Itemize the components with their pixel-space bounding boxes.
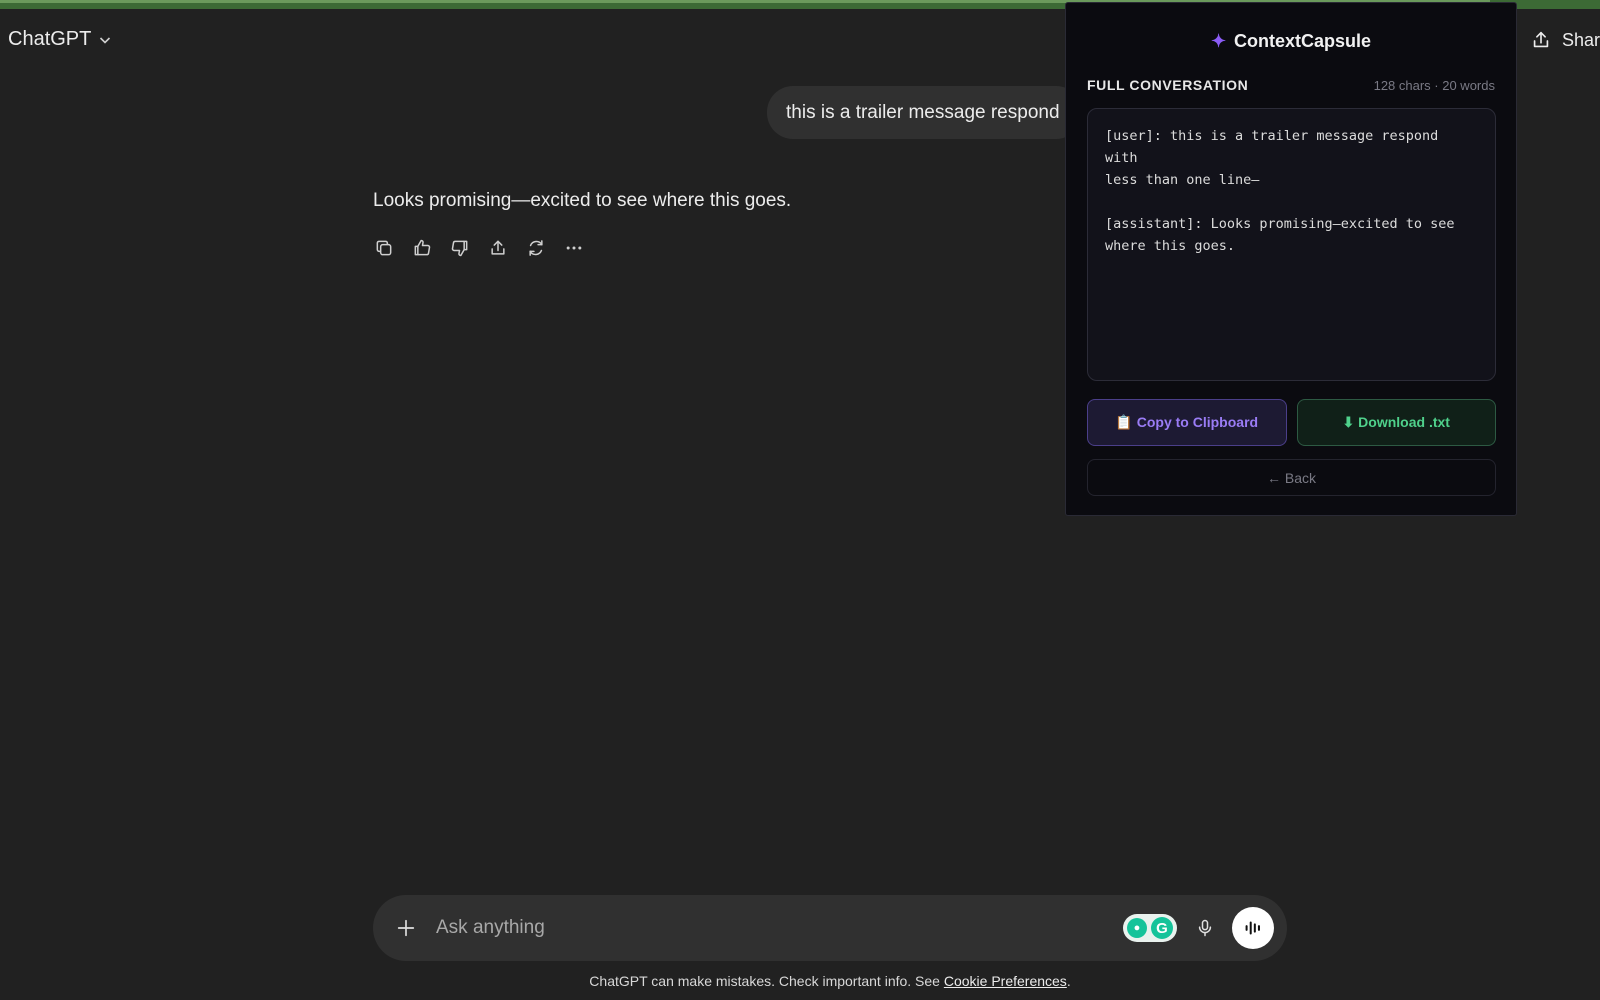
refresh-icon — [529, 240, 543, 256]
chevron-down-icon — [100, 36, 111, 44]
share-icon — [1533, 31, 1549, 48]
grammarly-bulb-icon: ● — [1127, 918, 1147, 938]
add-attachment-button[interactable] — [393, 915, 419, 941]
thumbs-up-button[interactable] — [410, 236, 434, 260]
plus-icon — [397, 919, 415, 937]
dictate-button[interactable] — [1193, 916, 1217, 940]
action-buttons: 📋 Copy to Clipboard ⬇ Download .txt — [1087, 399, 1496, 446]
share-message-button[interactable] — [486, 236, 510, 260]
ellipsis-icon — [566, 246, 582, 250]
model-label: ChatGPT — [8, 28, 92, 50]
back-button[interactable]: ← Back — [1087, 459, 1496, 496]
share-label: Share — [1562, 29, 1600, 50]
download-txt-button[interactable]: ⬇ Download .txt — [1296, 399, 1496, 446]
regenerate-button[interactable] — [524, 236, 548, 260]
disclaimer-text: ChatGPT can make mistakes. Check importa… — [589, 973, 944, 989]
share-button[interactable]: Share — [1530, 29, 1600, 51]
prompt-input[interactable] — [436, 914, 1036, 942]
section-header: FULL CONVERSATION 128 chars · 20 words — [1087, 77, 1495, 93]
context-capsule-popup: ✦ ContextCapsule FULL CONVERSATION 128 c… — [1065, 2, 1517, 516]
upload-icon — [491, 240, 505, 255]
conversation-transcript[interactable]: [user]: this is a trailer message respon… — [1087, 108, 1496, 381]
cookie-preferences-link[interactable]: Cookie Preferences — [944, 973, 1067, 989]
more-options-button[interactable] — [562, 236, 586, 260]
thumbs-down-button[interactable] — [448, 236, 472, 260]
thumbs-down-icon — [451, 240, 468, 257]
copy-to-clipboard-button[interactable]: 📋 Copy to Clipboard — [1087, 399, 1287, 446]
capsule-title: ContextCapsule — [1234, 31, 1372, 51]
user-message-text: this is a trailer message respond — [786, 101, 1060, 123]
message-actions — [372, 236, 586, 260]
disclaimer-suffix: . — [1066, 973, 1071, 989]
footer-disclaimer: ChatGPT can make mistakes. Check importa… — [0, 973, 1600, 989]
microphone-icon — [1198, 919, 1212, 937]
sparkle-icon: ✦ — [1210, 31, 1227, 51]
thumbs-up-icon — [414, 239, 431, 256]
composer: ● G — [373, 895, 1287, 961]
assistant-message: Looks promising—excited to see where thi… — [373, 190, 792, 211]
grammarly-logo-icon: G — [1151, 917, 1173, 939]
voice-mode-button[interactable] — [1232, 907, 1274, 949]
section-label: FULL CONVERSATION — [1087, 77, 1249, 93]
conversation-stats: 128 chars · 20 words — [1373, 77, 1495, 93]
grammarly-widget[interactable]: ● G — [1123, 914, 1177, 942]
model-switcher[interactable]: ChatGPT — [8, 28, 113, 51]
copy-button[interactable] — [372, 236, 396, 260]
capsule-header: ✦ ContextCapsule — [1066, 31, 1516, 52]
voice-waveform-icon — [1245, 921, 1260, 935]
copy-icon — [376, 240, 392, 256]
user-message-bubble: this is a trailer message respond — [767, 86, 1082, 139]
